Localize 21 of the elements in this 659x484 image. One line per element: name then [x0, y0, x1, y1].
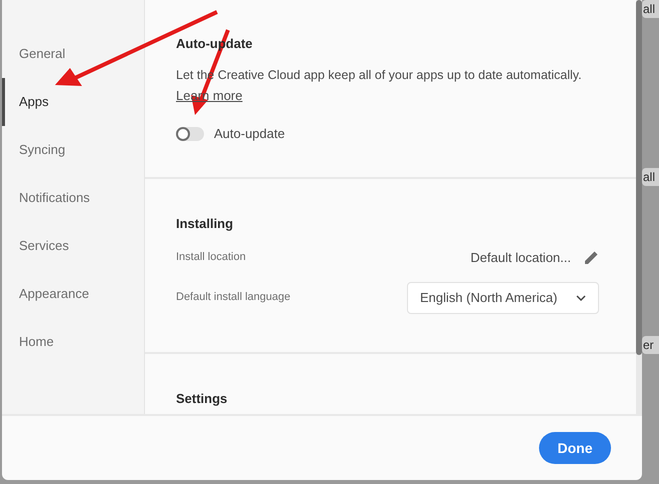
setting-label: Default install language: [176, 290, 290, 306]
edit-pencil-icon[interactable]: [583, 250, 599, 266]
background-text: er: [642, 336, 659, 354]
done-button[interactable]: Done: [539, 432, 611, 464]
location-value: Default location...: [470, 248, 571, 267]
section-title: Installing: [176, 215, 234, 233]
setting-label: Install location: [176, 250, 246, 266]
chevron-down-icon: [576, 294, 586, 300]
background-text: all: [642, 168, 659, 186]
language-dropdown[interactable]: English (North America): [407, 282, 599, 314]
toggle-switch[interactable]: [176, 127, 204, 141]
section-title: Settings: [176, 390, 228, 408]
sidebar-item[interactable]: Services: [2, 222, 144, 270]
background-text: all: [642, 0, 659, 18]
sidebar-item[interactable]: Notifications: [2, 174, 144, 222]
scrollbar-thumb[interactable]: [636, 0, 642, 355]
sidebar-item[interactable]: Syncing: [2, 126, 144, 174]
sidebar-item[interactable]: Home: [2, 318, 144, 366]
sidebar-item[interactable]: Appearance: [2, 270, 144, 318]
sidebar-item[interactable]: General: [2, 30, 144, 78]
toggle-label: Auto-update: [214, 125, 285, 144]
